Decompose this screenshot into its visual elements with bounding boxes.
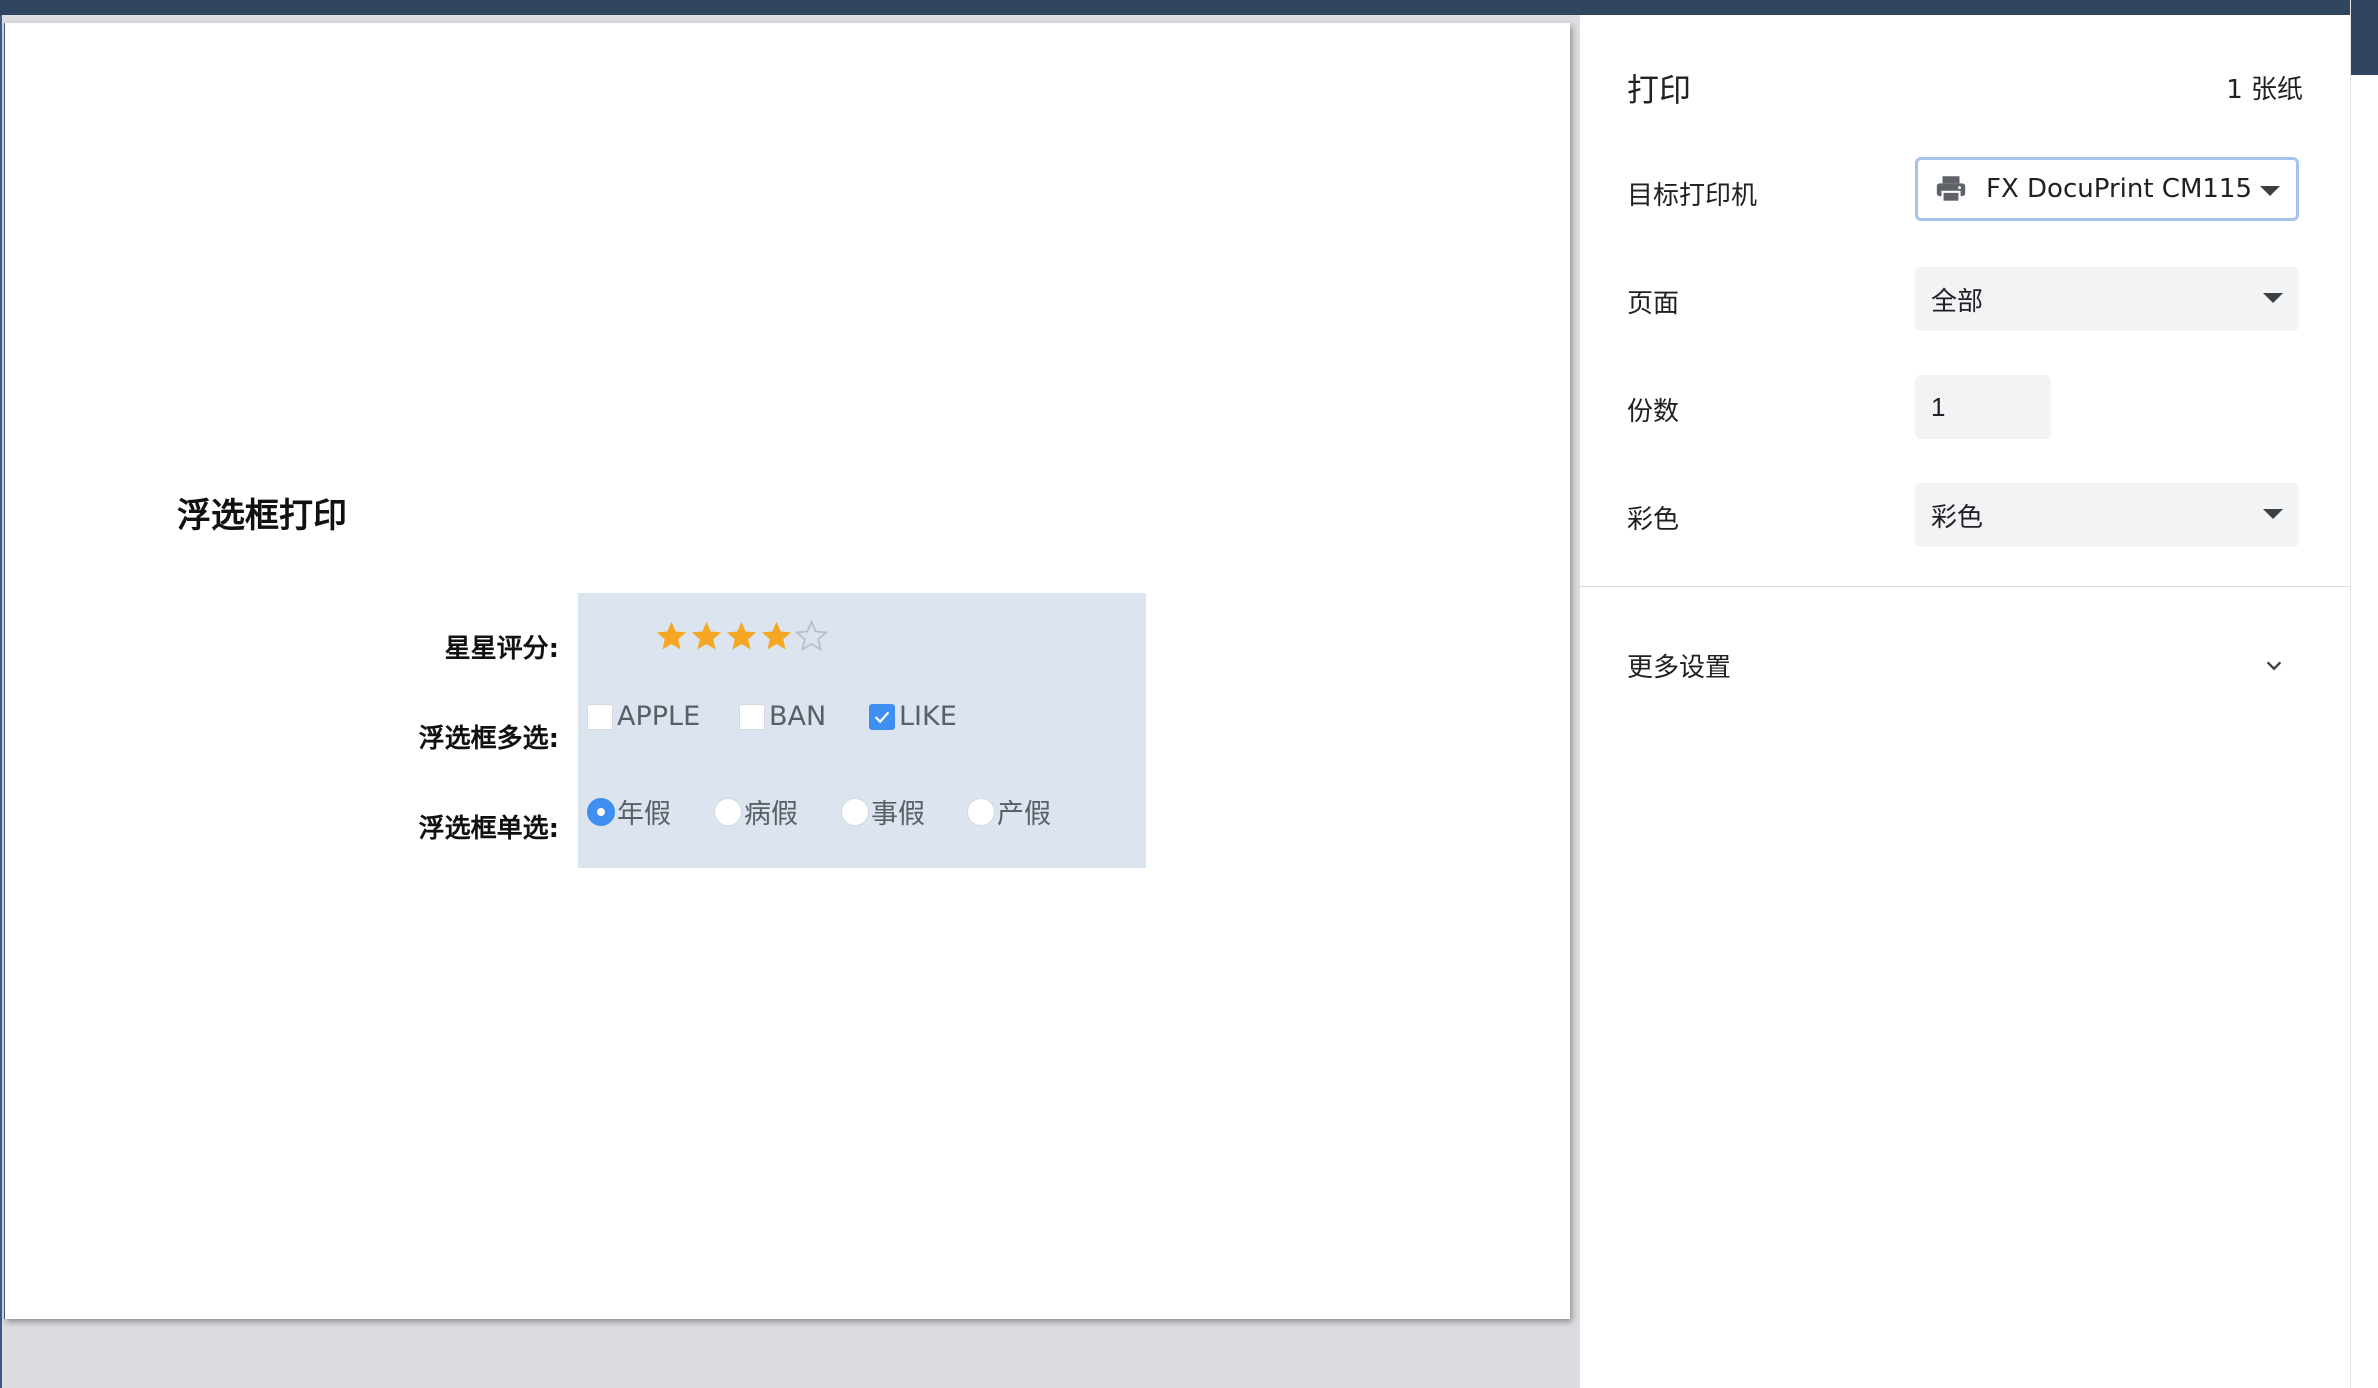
radio-sick-leave[interactable]: 病假 — [714, 792, 798, 831]
radio-personal-leave[interactable]: 事假 — [841, 792, 925, 831]
printer-select[interactable]: FX DocuPrint CM115/1 — [1915, 157, 2299, 221]
printer-label: 目标打印机 — [1627, 181, 1758, 211]
copies-label: 份数 — [1627, 397, 1680, 427]
window-edge — [2350, 0, 2378, 1388]
copies-input[interactable]: 1 — [1915, 375, 2051, 439]
radio-label: 产假 — [997, 799, 1051, 830]
star-icon[interactable] — [724, 619, 759, 654]
window-edge-dark — [2351, 0, 2378, 75]
checkbox-apple[interactable]: APPLE — [587, 701, 700, 732]
radio-annual-leave[interactable]: 年假 — [587, 792, 671, 831]
star-icon[interactable] — [689, 619, 724, 654]
sheet-count: 1 张纸 — [2226, 75, 2303, 105]
checkbox-label: BAN — [769, 701, 827, 732]
star-icon[interactable] — [759, 619, 794, 654]
radio-label: 病假 — [744, 799, 798, 830]
radio-label: 事假 — [871, 799, 925, 830]
print-settings-panel: 打印 1 张纸 目标打印机 FX DocuPrint CM115/1 页面 全部… — [1580, 15, 2350, 1388]
multi-select-label: 浮选框多选: — [418, 724, 559, 754]
more-settings-toggle[interactable]: 更多设置 — [1627, 647, 1731, 684]
pages-value: 全部 — [1931, 286, 1984, 317]
page-title: 浮选框打印 — [177, 496, 347, 536]
pages-label: 页面 — [1627, 289, 1680, 319]
print-preview-area: 浮选框打印 星星评分: 浮选框多选: 浮选框单选: APPLE BAN LIKE… — [0, 15, 1577, 1388]
rating-label: 星星评分: — [444, 634, 559, 664]
divider — [1580, 586, 2350, 587]
star-rating[interactable] — [654, 619, 829, 654]
radio-button[interactable] — [967, 797, 995, 826]
chevron-down-icon — [2260, 186, 2280, 196]
form-box: APPLE BAN LIKE 年假 病假 事假 产假 — [578, 593, 1146, 868]
color-select[interactable]: 彩色 — [1915, 483, 2299, 547]
preview-page: 浮选框打印 星星评分: 浮选框多选: 浮选框单选: APPLE BAN LIKE… — [4, 23, 1570, 1319]
radio-button-checked[interactable] — [587, 797, 615, 826]
checkbox-box[interactable] — [587, 703, 613, 730]
star-outline-icon[interactable] — [794, 619, 829, 654]
window-title-bar — [0, 0, 2378, 15]
checkbox-label: APPLE — [617, 701, 701, 732]
chevron-down-icon — [2263, 509, 2283, 519]
single-select-label: 浮选框单选: — [418, 814, 559, 844]
color-value: 彩色 — [1931, 502, 1984, 533]
color-label: 彩色 — [1627, 505, 1680, 535]
checkbox-ban[interactable]: BAN — [739, 701, 826, 732]
checkbox-label: LIKE — [899, 701, 957, 732]
pages-select[interactable]: 全部 — [1915, 267, 2299, 331]
checkbox-box[interactable] — [739, 703, 765, 730]
radio-button[interactable] — [841, 797, 869, 826]
printer-value: FX DocuPrint CM115/1 — [1986, 174, 2251, 204]
printer-icon — [1936, 176, 1966, 203]
print-panel-title: 打印 — [1627, 71, 1692, 109]
checkbox-like[interactable]: LIKE — [869, 701, 957, 732]
radio-label: 年假 — [617, 799, 671, 830]
checkmark-icon — [874, 711, 890, 723]
star-icon[interactable] — [654, 619, 689, 654]
radio-maternity-leave[interactable]: 产假 — [967, 792, 1051, 831]
chevron-down-icon — [2263, 293, 2283, 303]
chevron-down-icon[interactable] — [2263, 655, 2285, 677]
radio-button[interactable] — [714, 797, 742, 826]
checkbox-box-checked[interactable] — [869, 703, 895, 730]
